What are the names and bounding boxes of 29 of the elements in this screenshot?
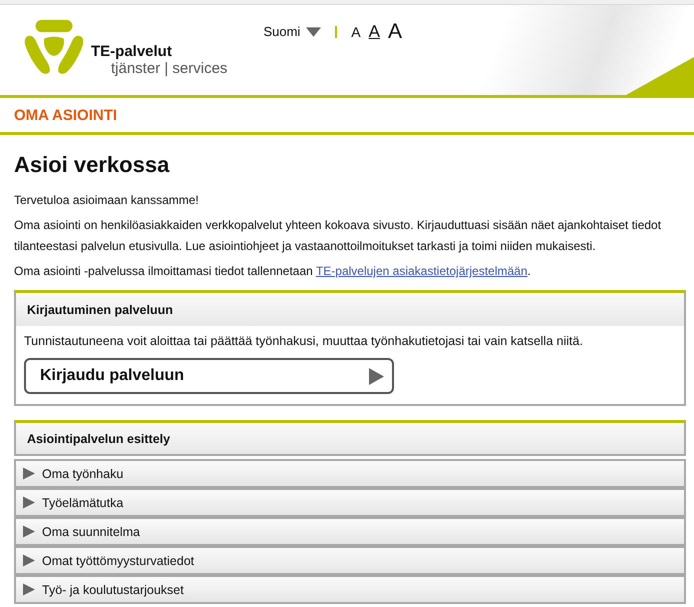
registry-link[interactable]: TE-palvelujen asiakastietojärjestelmään <box>316 264 528 278</box>
panel-title: Asiointipalvelun esittely <box>27 432 170 446</box>
logo-name: TE-palvelut <box>91 43 173 60</box>
expand-icon <box>23 525 35 538</box>
accordion-item[interactable]: Omat työttömyysturvatiedot <box>14 546 686 575</box>
caret-icon <box>306 26 322 36</box>
login-button[interactable]: Kirjaudu palveluun <box>24 358 394 394</box>
text-size-link[interactable]: A <box>368 23 380 40</box>
intro-paragraph: Oma asiointi on henkilöasiakkaiden verkkopalvelut yhteen kokoava sivusto. Kirjauduttuasi sisään näet ajankohtaiset tiedot tilanteestasi palvelun etusivulla. Lue asiointiohjeet ja vastaanottoilmoitukset tarkasti ja toimi niiden mukaisesti. <box>14 217 662 255</box>
expand-icon <box>23 496 35 509</box>
expand-icon <box>23 467 35 480</box>
panel-title: Kirjautuminen palveluun <box>27 302 173 316</box>
text-size-link[interactable]: A <box>351 24 361 38</box>
section-title: OMA ASIOINTI <box>14 106 118 124</box>
accordion-item[interactable]: Työelämätutka <box>14 488 686 517</box>
accordion-item[interactable]: Oma työnhaku <box>14 459 686 488</box>
logo-subtitle: tjänster | services <box>111 60 228 77</box>
login-description: Tunnistautuneena voit aloittaa tai päättää työnhakusi, muuttaa työnhakutietojasi tai vain katsella niitä. <box>24 334 584 348</box>
text-size-link[interactable]: A <box>388 21 402 42</box>
page-heading: Asioi verkossa <box>14 152 170 178</box>
play-icon <box>369 368 384 384</box>
expand-icon <box>23 583 35 596</box>
logo-icon <box>23 19 85 77</box>
accordion-item[interactable]: Oma suunnitelma <box>14 517 686 546</box>
storage-note: Oma asiointi -palvelussa ilmoittamasi tiedot tallennetaan TE-palvelujen asiakastietojärjestelmään. <box>14 263 532 280</box>
intro-paragraph: Tervetuloa asioimaan kanssamme! <box>14 192 200 209</box>
language-selector[interactable]: Suomi <box>263 24 322 39</box>
expand-icon <box>23 554 35 567</box>
accordion-item[interactable]: Työ- ja koulutustarjoukset <box>14 575 686 604</box>
